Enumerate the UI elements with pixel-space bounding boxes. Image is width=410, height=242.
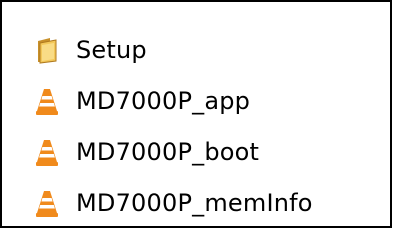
folder-icon: [34, 35, 60, 65]
file-name: MD7000P_app: [76, 86, 251, 115]
file-item-md7000p-boot[interactable]: MD7000P_boot: [34, 126, 313, 177]
file-item-md7000p-app[interactable]: MD7000P_app: [34, 75, 313, 126]
file-item-setup[interactable]: Setup: [34, 24, 313, 75]
file-list-panel: Setup MD7000P_app MD7000P_boot MD7000P_m…: [0, 0, 392, 228]
file-list: Setup MD7000P_app MD7000P_boot MD7000P_m…: [34, 24, 313, 228]
file-name: Setup: [76, 35, 147, 64]
file-name: MD7000P_boot: [76, 137, 260, 166]
file-item-md7000p-meminfo[interactable]: MD7000P_memInfo: [34, 177, 313, 228]
vlc-cone-icon: [34, 137, 60, 167]
file-name: MD7000P_memInfo: [76, 188, 313, 217]
vlc-cone-icon: [34, 86, 60, 116]
vlc-cone-icon: [34, 188, 60, 218]
